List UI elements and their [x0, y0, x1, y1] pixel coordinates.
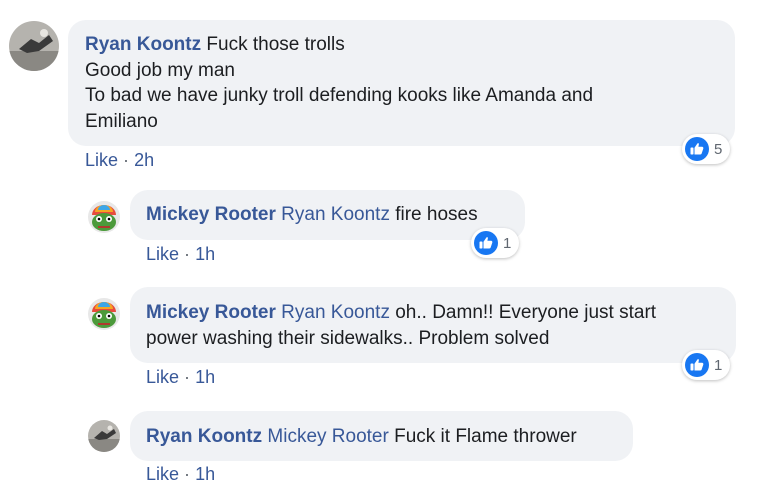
comment: Ryan Koontz Fuck those trolls Good job m… — [0, 0, 766, 180]
reply: Ryan Koontz Mickey Rooter Fuck it Flame … — [0, 408, 766, 500]
comment-bubble: Ryan Koontz Fuck those trolls Good job m… — [68, 20, 735, 146]
comment-bubble: Mickey Rooter Ryan Koontz oh.. Damn!! Ev… — [130, 287, 736, 363]
comment-actions: Like · 2h — [85, 150, 154, 171]
timestamp[interactable]: 1h — [195, 244, 215, 264]
pepe-avatar-icon — [88, 201, 120, 233]
comment-bubble: Mickey Rooter Ryan Koontz fire hoses — [130, 190, 525, 240]
reaction-count: 1 — [503, 234, 512, 252]
separator-dot: · — [184, 367, 191, 387]
author-name[interactable]: Mickey Rooter — [146, 204, 276, 225]
comment-text: fire hoses — [395, 204, 478, 225]
comment-actions: Like · 1h — [146, 464, 215, 485]
like-link[interactable]: Like — [146, 244, 179, 264]
comment-text: To bad we have junky troll defending koo… — [85, 85, 594, 106]
timestamp[interactable]: 1h — [195, 464, 215, 484]
like-link[interactable]: Like — [146, 367, 179, 387]
timestamp[interactable]: 1h — [195, 367, 215, 387]
avatar[interactable] — [88, 201, 120, 233]
comment-text: oh.. Damn!! Everyone just start — [395, 302, 657, 323]
mention-link[interactable]: Ryan Koontz — [281, 302, 390, 323]
like-thumb-icon — [685, 137, 709, 161]
reply: Mickey Rooter Ryan Koontz fire hoses 1 L… — [0, 188, 766, 273]
reaction-count-badge[interactable]: 1 — [682, 350, 731, 380]
author-name[interactable]: Ryan Koontz — [85, 34, 201, 55]
reply: Mickey Rooter Ryan Koontz oh.. Damn!! Ev… — [0, 286, 766, 396]
comment-text: Emiliano — [85, 110, 158, 132]
comment-text: Fuck those trolls — [206, 34, 345, 55]
comment-bubble: Ryan Koontz Mickey Rooter Fuck it Flame … — [130, 411, 633, 461]
author-name[interactable]: Mickey Rooter — [146, 302, 276, 323]
mention-link[interactable]: Mickey Rooter — [267, 426, 388, 447]
comment-actions: Like · 1h — [146, 244, 215, 265]
like-thumb-icon — [685, 353, 709, 377]
like-link[interactable]: Like — [85, 150, 118, 170]
comment-line: Mickey Rooter Ryan Koontz fire hoses — [146, 202, 525, 228]
reaction-count: 1 — [714, 356, 723, 374]
like-thumb-icon — [474, 231, 498, 255]
author-name[interactable]: Ryan Koontz — [146, 426, 262, 447]
separator-dot: · — [184, 244, 191, 264]
mention-link[interactable]: Ryan Koontz — [281, 204, 390, 225]
comment-line: Ryan Koontz Mickey Rooter Fuck it Flame … — [146, 424, 633, 450]
comment-actions: Like · 1h — [146, 367, 215, 388]
pepe-avatar-icon — [88, 298, 120, 330]
comment-text: Fuck it Flame thrower — [394, 426, 577, 447]
comment-line: Ryan Koontz Fuck those trolls — [85, 32, 735, 58]
comment-text: power washing their sidewalks.. Problem … — [146, 327, 550, 349]
avatar[interactable] — [88, 298, 120, 330]
comment-text: Good job my man — [85, 59, 235, 81]
separator-dot: · — [123, 150, 130, 170]
avatar[interactable] — [88, 420, 120, 452]
separator-dot: · — [184, 464, 191, 484]
profile-photo-icon — [9, 21, 59, 71]
avatar[interactable] — [9, 21, 59, 71]
comment-line: Mickey Rooter Ryan Koontz oh.. Damn!! Ev… — [146, 300, 736, 326]
reaction-count-badge[interactable]: 1 — [471, 228, 520, 258]
profile-photo-icon — [88, 420, 120, 452]
timestamp[interactable]: 2h — [134, 150, 154, 170]
reaction-count-badge[interactable]: 5 — [682, 134, 731, 164]
reaction-count: 5 — [714, 140, 723, 158]
like-link[interactable]: Like — [146, 464, 179, 484]
